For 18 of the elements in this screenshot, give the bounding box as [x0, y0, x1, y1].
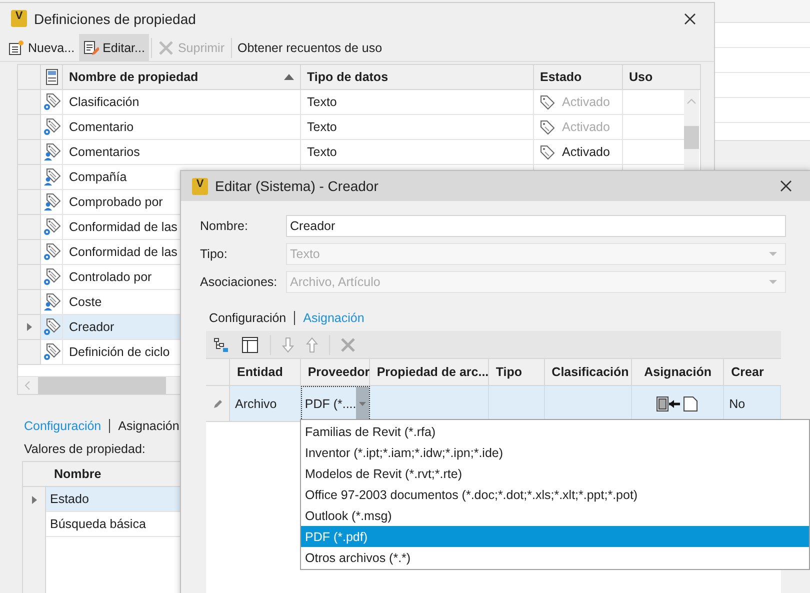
table-cell: Archivo	[230, 386, 301, 421]
status-text: Activado	[562, 145, 610, 159]
section-label: Valores de propiedad:	[24, 442, 146, 456]
table-cell: Texto	[307, 120, 337, 134]
table-cell: Comentario	[63, 115, 301, 140]
status-text: Activado	[562, 95, 610, 109]
table-cell: Texto	[307, 95, 337, 109]
table-cell: Texto	[307, 145, 337, 159]
field-label: Nombre:	[200, 219, 249, 233]
table-cell: No	[724, 386, 781, 421]
status-text: Activado	[562, 120, 610, 134]
field-label: Tipo:	[200, 247, 228, 261]
field-label: Asociaciones:	[200, 275, 278, 289]
table-cell: Clasificación	[63, 90, 301, 115]
table-cell: Comentarios	[63, 140, 301, 165]
window-title: Definiciones de propiedad	[34, 10, 196, 26]
app-logo: V	[11, 10, 27, 27]
app-logo: V	[192, 178, 208, 194]
